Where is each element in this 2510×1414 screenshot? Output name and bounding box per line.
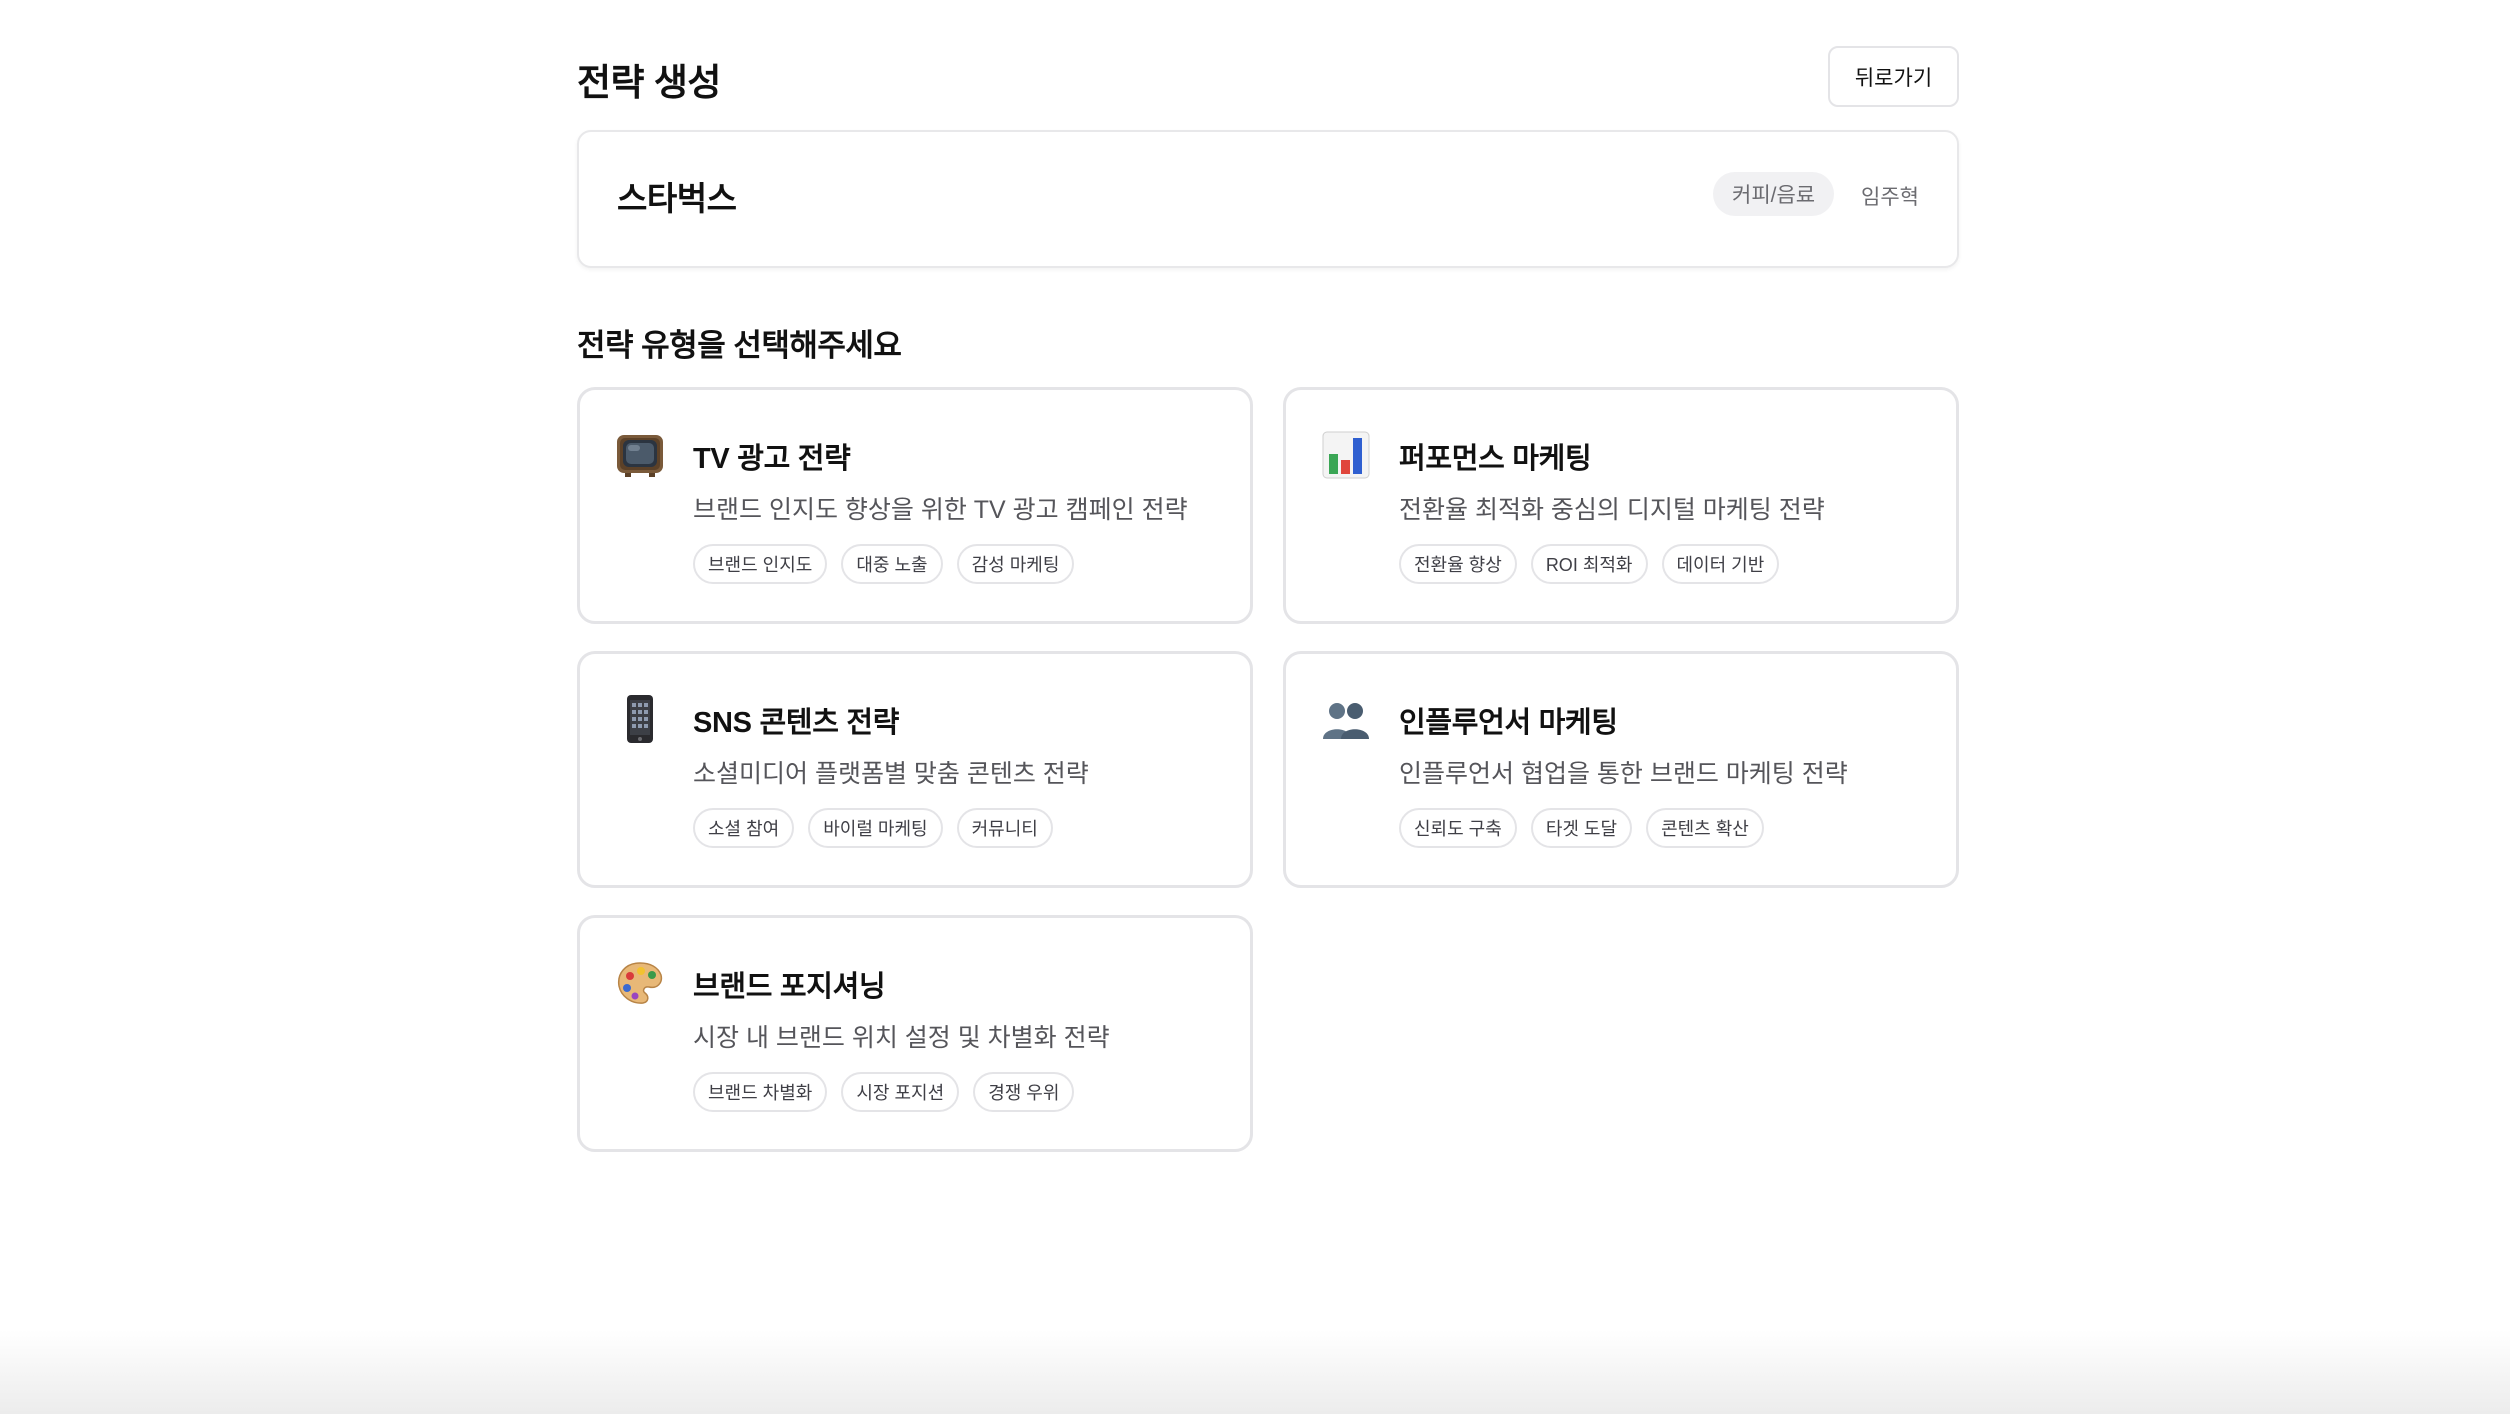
tag: 소셜 참여 bbox=[693, 808, 795, 848]
tv-icon bbox=[617, 435, 663, 477]
tag: 데이터 기반 bbox=[1661, 544, 1780, 584]
strategy-title: TV 광고 전략 bbox=[693, 443, 851, 475]
strategy-description: 소셜미디어 플랫폼별 맞춤 콘텐츠 전략 bbox=[693, 760, 1089, 788]
strategy-description: 브랜드 인지도 향상을 위한 TV 광고 캠페인 전략 bbox=[693, 496, 1188, 524]
bottom-edge bbox=[0, 1330, 2510, 1414]
category-badge: 커피/음료 bbox=[1713, 172, 1835, 216]
tag: 타겟 도달 bbox=[1530, 808, 1633, 848]
brand-name: 스타벅스 bbox=[617, 180, 737, 217]
tag: ROI 최적화 bbox=[1530, 544, 1648, 584]
page: 전략 생성 뒤로가기 스타벅스 커피/음료 임주혁 전략 유형을 선택해주세요 … bbox=[577, 0, 1959, 1414]
header: 전략 생성 뒤로가기 bbox=[577, 46, 1959, 107]
tag: 브랜드 차별화 bbox=[693, 1072, 828, 1112]
tag: 경쟁 우위 bbox=[973, 1072, 1075, 1112]
tag-list: 신뢰도 구축 타겟 도달 콘텐츠 확산 bbox=[1399, 808, 1764, 848]
section-title: 전략 유형을 선택해주세요 bbox=[577, 328, 902, 363]
strategy-card-tv[interactable]: TV 광고 전략 브랜드 인지도 향상을 위한 TV 광고 캠페인 전략 브랜드… bbox=[577, 387, 1253, 624]
tag-list: 브랜드 차별화 시장 포지션 경쟁 우위 bbox=[693, 1072, 1075, 1112]
brand-card: 스타벅스 커피/음료 임주혁 bbox=[577, 130, 1959, 268]
tag: 커뮤니티 bbox=[956, 808, 1053, 848]
strategy-title: 인플루언서 마케팅 bbox=[1399, 707, 1618, 739]
strategy-card-performance[interactable]: 퍼포먼스 마케팅 전환율 최적화 중심의 디지털 마케팅 전략 전환율 향상 R… bbox=[1283, 387, 1959, 624]
page-title: 전략 생성 bbox=[577, 62, 721, 103]
tag: 시장 포지션 bbox=[841, 1072, 960, 1112]
strategy-card-sns[interactable]: SNS 콘텐츠 전략 소셜미디어 플랫폼별 맞춤 콘텐츠 전략 소셜 참여 바이… bbox=[577, 651, 1253, 888]
strategy-description: 전환율 최적화 중심의 디지털 마케팅 전략 bbox=[1399, 496, 1825, 524]
strategy-grid: TV 광고 전략 브랜드 인지도 향상을 위한 TV 광고 캠페인 전략 브랜드… bbox=[577, 387, 1959, 1152]
strategy-card-brand-positioning[interactable]: 브랜드 포지셔닝 시장 내 브랜드 위치 설정 및 차별화 전략 브랜드 차별화… bbox=[577, 915, 1253, 1152]
tag-list: 브랜드 인지도 대중 노출 감성 마케팅 bbox=[693, 544, 1075, 584]
strategy-description: 인플루언서 협업을 통한 브랜드 마케팅 전략 bbox=[1399, 760, 1848, 788]
strategy-title: SNS 콘텐츠 전략 bbox=[693, 707, 900, 739]
tag-list: 전환율 향상 ROI 최적화 데이터 기반 bbox=[1399, 544, 1780, 584]
owner-name: 임주혁 bbox=[1861, 186, 1919, 209]
strategy-description: 시장 내 브랜드 위치 설정 및 차별화 전략 bbox=[693, 1024, 1110, 1052]
tag: 신뢰도 구축 bbox=[1399, 808, 1517, 848]
tag: 전환율 향상 bbox=[1399, 544, 1517, 584]
people-icon bbox=[1323, 703, 1369, 739]
tag-list: 소셜 참여 바이럴 마케팅 커뮤니티 bbox=[693, 808, 1053, 848]
bar-chart-icon bbox=[1322, 431, 1370, 479]
tag: 감성 마케팅 bbox=[956, 544, 1075, 584]
tag: 바이럴 마케팅 bbox=[808, 808, 943, 848]
tag: 브랜드 인지도 bbox=[693, 544, 828, 584]
palette-icon bbox=[617, 962, 663, 1004]
back-button[interactable]: 뒤로가기 bbox=[1828, 46, 1959, 107]
strategy-title: 브랜드 포지셔닝 bbox=[693, 971, 886, 1003]
tag: 대중 노출 bbox=[841, 544, 943, 584]
strategy-title: 퍼포먼스 마케팅 bbox=[1399, 443, 1592, 475]
mobile-phone-icon bbox=[627, 695, 653, 743]
tag: 콘텐츠 확산 bbox=[1646, 808, 1764, 848]
strategy-card-influencer[interactable]: 인플루언서 마케팅 인플루언서 협업을 통한 브랜드 마케팅 전략 신뢰도 구축… bbox=[1283, 651, 1959, 888]
